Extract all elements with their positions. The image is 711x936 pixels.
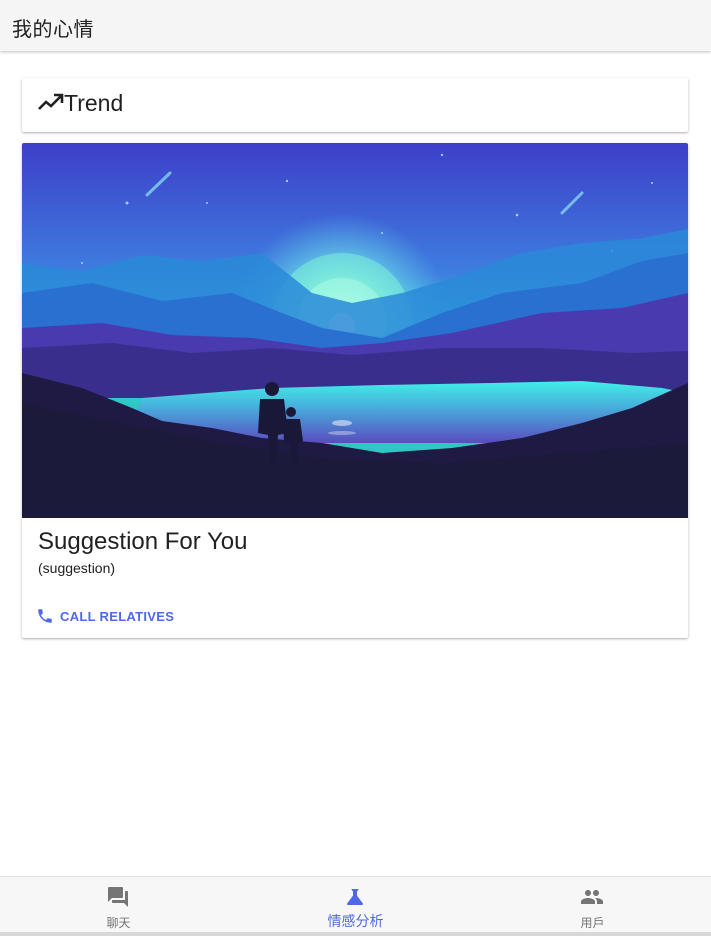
trend-card[interactable]: Trend xyxy=(22,78,688,132)
nav-label-users: 用戶 xyxy=(580,916,605,930)
night-landscape-illustration xyxy=(22,143,688,518)
phone-icon xyxy=(38,609,52,623)
suggestion-subtitle: (suggestion) xyxy=(38,560,116,576)
app-root: 我的心情 Trend Suggestion For You (suggestio… xyxy=(0,0,711,936)
nav-item-analysis[interactable]: 情感分析 xyxy=(237,877,474,935)
suggestion-title: Suggestion For You xyxy=(38,528,248,555)
flask-icon xyxy=(347,889,363,905)
nav-item-users[interactable]: 用戶 xyxy=(474,877,711,935)
nav-label-chat: 聊天 xyxy=(106,916,131,930)
trend-title: Trend xyxy=(64,90,124,116)
bottom-divider xyxy=(0,932,711,936)
nav-item-chat[interactable]: 聊天 xyxy=(0,877,237,935)
people-icon xyxy=(581,890,603,904)
nav-label-analysis: 情感分析 xyxy=(327,914,384,930)
trending-up-icon xyxy=(38,93,64,110)
bottom-navigation: 聊天 情感分析 用戶 xyxy=(0,876,711,936)
app-bar: 我的心情 xyxy=(0,0,711,51)
chat-icon xyxy=(108,887,128,907)
call-relatives-label: CALL RELATIVES xyxy=(60,608,175,624)
suggestion-card: Suggestion For You (suggestion) CALL REL… xyxy=(22,143,688,638)
page-title: 我的心情 xyxy=(12,17,94,41)
call-relatives-button[interactable]: CALL RELATIVES xyxy=(36,605,174,627)
